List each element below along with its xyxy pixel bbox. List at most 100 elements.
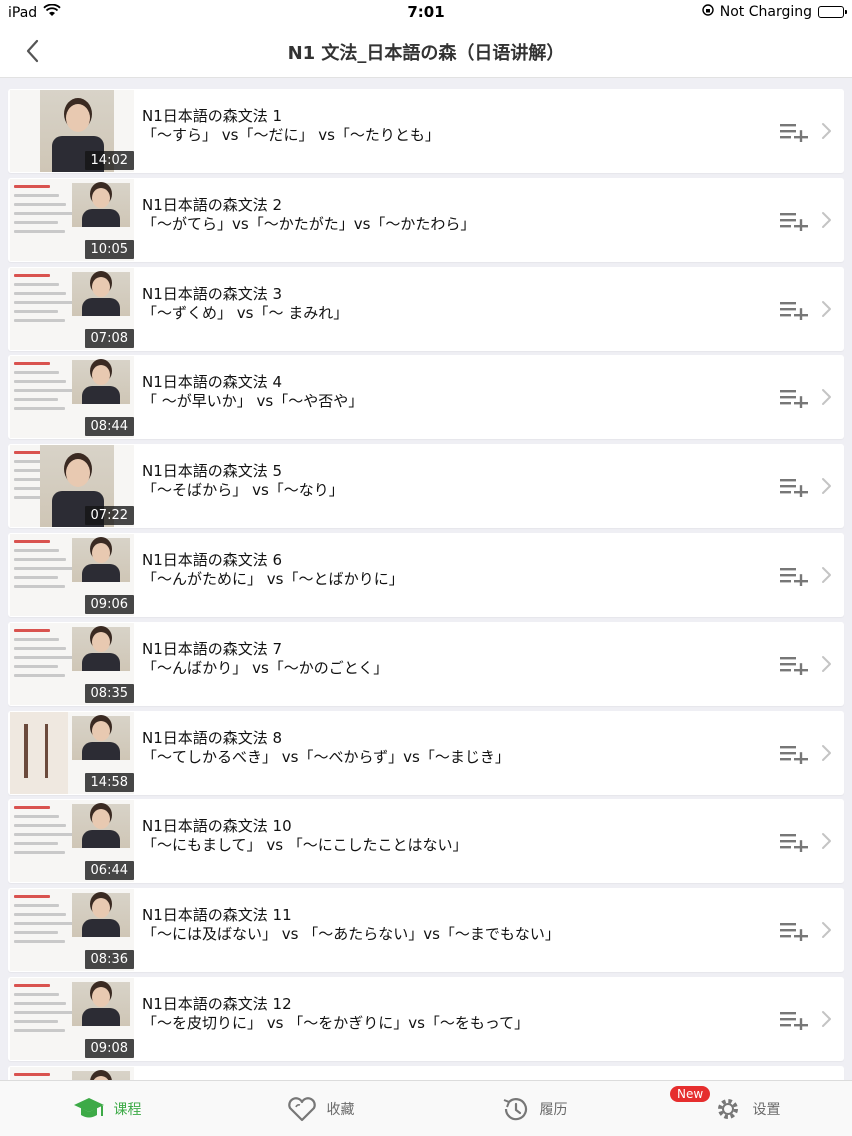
lesson-title: N1日本語の森文法 3	[142, 284, 283, 303]
lesson-subtitle: 「～がてら」vs「～かたがた」vs「～かたわら」	[142, 214, 476, 233]
video-thumbnail[interactable]	[10, 1066, 134, 1080]
add-to-playlist-button[interactable]	[780, 921, 808, 944]
tab-label: 履历	[539, 1102, 568, 1118]
gear-icon	[717, 1099, 738, 1119]
tab-label: 课程	[113, 1102, 142, 1118]
video-thumbnail[interactable]: 14:58	[10, 711, 134, 794]
lesson-title: N1日本語の森文法 11	[142, 906, 292, 925]
lesson-row[interactable]: 09:06 N1日本語の森文法 6 「～んがために」 vs「～とばかりに」	[8, 533, 844, 617]
history-icon	[503, 1098, 527, 1121]
presenter-image	[72, 893, 130, 938]
battery-icon	[818, 6, 847, 18]
video-thumbnail[interactable]: 09:08	[10, 978, 134, 1060]
chevron-right-icon[interactable]	[820, 211, 832, 229]
lesson-title: N1日本語の森文法 5	[142, 462, 283, 481]
slide-text-lines	[14, 806, 74, 860]
chevron-right-icon[interactable]	[820, 477, 832, 495]
presenter-image	[72, 626, 130, 671]
heart-icon	[287, 1097, 316, 1122]
lesson-row[interactable]: 07:08 N1日本語の森文法 3 「～ずくめ」 vs「～ まみれ」	[8, 266, 844, 351]
add-to-playlist-button[interactable]	[780, 122, 808, 145]
lesson-row[interactable]: 14:02 N1日本語の森文法 1 「～すら」 vs「～だに」 vs「～たりとも」	[8, 89, 844, 173]
slide-text-lines	[14, 362, 74, 416]
page-title: N1 文法_日本語の森（日语讲解）	[287, 43, 565, 64]
chevron-right-icon[interactable]	[820, 122, 832, 140]
video-thumbnail[interactable]: 10:05	[10, 178, 134, 261]
lesson-subtitle: 「～すら」 vs「～だに」 vs「～たりとも」	[142, 126, 440, 144]
lesson-title: N1日本語の森文法 12	[142, 995, 292, 1013]
chevron-right-icon[interactable]	[820, 388, 832, 406]
add-to-playlist-button[interactable]	[780, 300, 808, 322]
lesson-row[interactable]: 06:44 N1日本語の森文法 10 「～にもまして」 vs 「～にこしたことはない…	[8, 799, 844, 884]
lesson-subtitle: 「～にもまして」 vs 「～にこしたことはない」	[142, 836, 468, 855]
lesson-row[interactable]: 07:22 N1日本語の森文法 5 「～そばから」 vs「～なり」	[8, 444, 844, 529]
chevron-right-icon[interactable]	[820, 1010, 832, 1028]
presenter-image	[72, 182, 130, 227]
video-duration: 08:36	[84, 950, 134, 970]
add-to-playlist-button[interactable]	[780, 832, 808, 855]
charging-status: Not Charging	[719, 4, 812, 20]
presenter-image	[72, 360, 130, 405]
video-thumbnail[interactable]: 14:02	[10, 90, 134, 172]
slide-text-lines	[14, 984, 74, 1038]
tab-courses[interactable]: 课程	[0, 1081, 213, 1136]
navigation-bar: N1 文法_日本語の森（日语讲解）	[0, 24, 852, 78]
add-to-playlist-button[interactable]	[780, 566, 808, 589]
presenter-image	[72, 271, 130, 316]
lesson-subtitle: 「～んがために」 vs「～とばかりに」	[142, 570, 404, 588]
tab-favorites[interactable]: 收藏	[213, 1081, 426, 1136]
video-thumbnail[interactable]: 07:08	[10, 267, 134, 350]
presenter-image	[72, 982, 130, 1026]
playlist-add-icon	[780, 656, 808, 677]
chevron-right-icon[interactable]	[820, 832, 832, 850]
add-to-playlist-button[interactable]	[780, 655, 808, 677]
chevron-right-icon[interactable]	[820, 566, 832, 584]
status-right: Not Charging	[702, 4, 847, 20]
playlist-add-icon	[780, 301, 808, 322]
lesson-title: N1日本語の森文法 1	[142, 107, 283, 125]
add-to-playlist-button[interactable]	[780, 388, 808, 411]
orientation-lock-icon	[702, 4, 714, 20]
lesson-subtitle: 「～そばから」 vs「～なり」	[142, 481, 344, 500]
tab-label: 收藏	[326, 1102, 355, 1118]
video-thumbnail[interactable]: 09:06	[10, 534, 134, 616]
slide-text-lines	[14, 628, 74, 683]
lesson-row[interactable]: 10:05 N1日本語の森文法 2 「～がてら」vs「～かたがた」vs「～かたわら」	[8, 177, 844, 262]
chevron-right-icon[interactable]	[820, 921, 832, 939]
lesson-list[interactable]: 14:02 N1日本語の森文法 1 「～すら」 vs「～だに」 vs「～たりとも」 1…	[0, 78, 852, 1080]
add-to-playlist-button[interactable]	[780, 477, 808, 500]
video-thumbnail[interactable]: 08:44	[10, 356, 134, 439]
presenter-image	[72, 804, 130, 849]
slide-text-lines	[14, 273, 74, 328]
lesson-row[interactable]: 14:58 N1日本語の森文法 8 「～てしかるべき」 vs「～べからず」vs「～ま…	[8, 710, 844, 795]
lesson-row[interactable]	[8, 1065, 844, 1080]
chevron-right-icon[interactable]	[820, 744, 832, 762]
add-to-playlist-button[interactable]	[780, 744, 808, 766]
lesson-subtitle: 「～てしかるべき」 vs「～べからず」vs「～まじき」	[142, 747, 510, 766]
video-thumbnail[interactable]: 06:44	[10, 800, 134, 883]
lesson-row[interactable]: 09:08 N1日本語の森文法 12 「～を皮切りに」 vs 「～をかぎりに」vs「…	[8, 977, 844, 1061]
lesson-title: N1日本語の森文法 7	[142, 639, 283, 658]
graduation-cap-icon	[73, 1098, 104, 1118]
lesson-subtitle: 「～んばかり」 vs「～かのごとく」	[142, 658, 389, 677]
video-duration: 14:58	[84, 772, 134, 792]
chevron-right-icon[interactable]	[820, 655, 832, 673]
new-badge: New	[670, 1086, 711, 1102]
lesson-row[interactable]: 08:36 N1日本語の森文法 11 「～には及ばない」 vs 「～あたらない」vs…	[8, 888, 844, 973]
video-thumbnail[interactable]: 08:35	[10, 622, 134, 705]
lesson-row[interactable]: 08:44 N1日本語の森文法 4 「 ～が早いか」 vs「～や否や」	[8, 355, 844, 440]
video-duration: 08:44	[84, 417, 134, 437]
tab-history[interactable]: 履历	[426, 1081, 639, 1136]
lesson-title: N1日本語の森文法 4	[142, 373, 283, 392]
video-thumbnail[interactable]: 08:36	[10, 889, 134, 972]
video-thumbnail[interactable]: 07:22	[10, 445, 134, 528]
playlist-add-icon	[780, 568, 808, 589]
lesson-subtitle: 「 ～が早いか」 vs「～や否や」	[142, 392, 364, 411]
add-to-playlist-button[interactable]	[780, 1010, 808, 1033]
lesson-row[interactable]: 08:35 N1日本語の森文法 7 「～んばかり」 vs「～かのごとく」	[8, 621, 844, 706]
add-to-playlist-button[interactable]	[780, 211, 808, 233]
slide-text-lines	[14, 895, 74, 949]
slide-text-lines	[14, 540, 74, 594]
chevron-right-icon[interactable]	[820, 300, 832, 318]
video-duration: 10:05	[84, 239, 134, 259]
